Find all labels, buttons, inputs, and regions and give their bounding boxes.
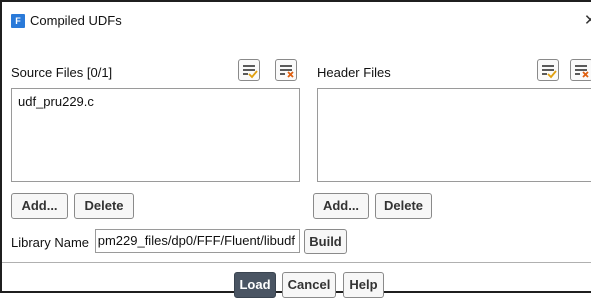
header-deselect-all-button[interactable] [570,59,591,81]
cancel-button[interactable]: Cancel [282,272,336,298]
source-delete-button[interactable]: Delete [74,193,134,219]
build-button[interactable]: Build [304,229,347,254]
source-files-label: Source Files [0/1] [11,65,113,80]
source-files-list[interactable]: udf_pru229.c [11,88,300,182]
compiled-udfs-dialog: F Compiled UDFs ✕ Source Files [0/1] udf… [0,0,591,298]
header-files-label: Header Files [317,65,391,80]
help-button[interactable]: Help [343,272,384,298]
header-select-all-button[interactable] [537,59,559,81]
source-select-all-button[interactable] [238,59,260,81]
fluent-app-icon: F [11,14,25,28]
library-name-input[interactable]: pm229_files/dp0/FFF/Fluent/libudf [95,229,300,253]
close-icon[interactable]: ✕ [584,11,591,29]
library-name-value: pm229_files/dp0/FFF/Fluent/libudf [97,233,295,248]
source-deselect-all-button[interactable] [275,59,297,81]
load-button[interactable]: Load [234,272,276,298]
title-bar: F Compiled UDFs ✕ [2,2,591,35]
window-title: Compiled UDFs [30,13,122,28]
deselect-all-icon [575,65,589,78]
select-all-icon [243,65,258,79]
deselect-all-icon [280,65,294,78]
source-add-button[interactable]: Add... [11,193,68,219]
library-name-label: Library Name [11,235,90,250]
header-add-button[interactable]: Add... [313,193,369,219]
header-delete-button[interactable]: Delete [375,193,432,219]
header-files-list[interactable] [317,88,591,182]
select-all-icon [542,65,557,79]
list-item[interactable]: udf_pru229.c [18,94,94,109]
divider [2,262,591,263]
